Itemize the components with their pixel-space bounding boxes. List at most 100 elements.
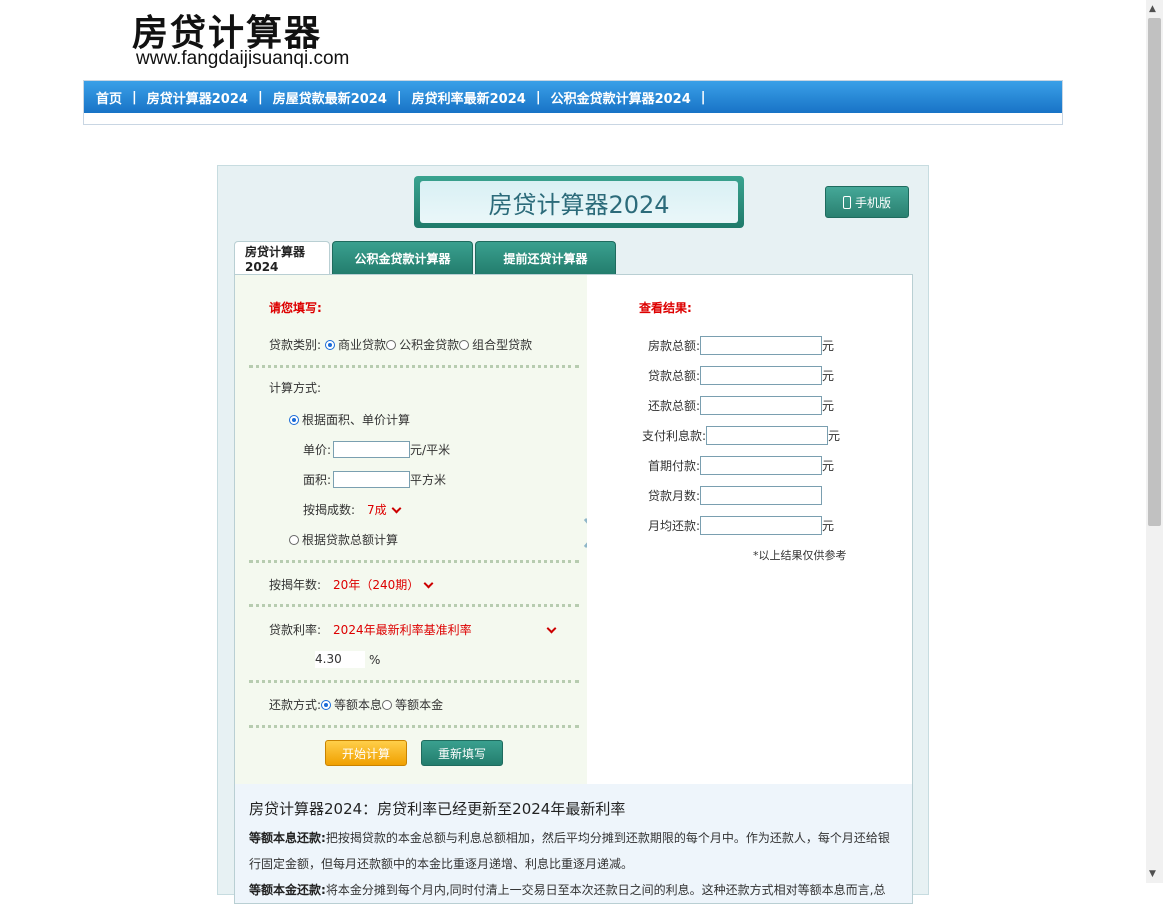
repay-equal-payment-label: 等额本息 [334, 698, 383, 712]
result-unit: 元 [822, 339, 835, 353]
result-down-payment-input[interactable] [700, 456, 822, 475]
info-label: 等额本金还款: [249, 883, 326, 897]
area-label: 面积: [303, 473, 332, 487]
chevron-down-icon [391, 503, 402, 513]
method-area-radio[interactable] [289, 414, 299, 425]
result-row: 月均还款: 元 [648, 516, 834, 535]
loan-type-combo-label: 组合型贷款 [472, 338, 533, 352]
repay-equal-payment-radio[interactable] [321, 699, 332, 710]
calculator-banner-title: 房贷计算器2024 [420, 181, 738, 223]
repay-equal-principal-radio[interactable] [382, 699, 393, 710]
nav-separator: | [132, 89, 137, 105]
reset-button[interactable]: 重新填写 [421, 740, 503, 766]
loan-type-fund-label: 公积金贷款 [399, 338, 460, 352]
divider [249, 365, 579, 368]
chevron-down-icon [546, 623, 557, 633]
result-loan-total-input[interactable] [700, 366, 822, 385]
rate-number-row: 4.30 % [315, 651, 380, 668]
vertical-scrollbar[interactable]: ▲ ▼ [1146, 0, 1163, 883]
method-total-row: 根据贷款总额计算 [289, 531, 398, 548]
result-row: 支付利息款: 元 [642, 426, 840, 445]
result-repay-total-input[interactable] [700, 396, 822, 415]
result-unit: 元 [822, 459, 835, 473]
result-row: 贷款月数: [648, 486, 834, 505]
divider [249, 725, 579, 728]
area-row: 面积: 平方米 [303, 471, 446, 488]
unit-price-row: 单价: 元/平米 [303, 441, 450, 458]
loan-type-commercial-label: 商业贷款 [338, 338, 387, 352]
info-paragraph: 等额本金还款:将本金分摊到每个月内,同时付清上一交易日至本次还款日之间的利息。这… [249, 877, 898, 903]
years-select[interactable]: 20年（240期） [333, 576, 434, 593]
method-area-label: 根据面积、单价计算 [302, 413, 411, 427]
area-input[interactable] [333, 471, 411, 488]
site-url: www.fangdaijisuanqi.com [136, 48, 350, 69]
unit-price-label: 单价: [303, 443, 332, 457]
result-months-input[interactable] [700, 486, 822, 505]
result-label: 月均还款: [647, 519, 700, 533]
form-panel: 请您填写: 贷款类别: 商业贷款 公积金贷款 组合型贷款 计算方式: 根据面积、… [235, 275, 588, 785]
tab-prepay-calc[interactable]: 提前还贷计算器 [475, 241, 616, 274]
area-unit: 平方米 [410, 473, 447, 487]
years-value: 20年（240期） [333, 578, 420, 592]
info-section: 房贷计算器2024：房贷利率已经更新至2024年最新利率 等额本息还款:把按揭贷… [234, 784, 913, 904]
years-label: 按揭年数: [269, 578, 322, 592]
repay-label: 还款方式: [269, 698, 322, 712]
result-unit: 元 [828, 429, 841, 443]
result-label: 支付利息款: [641, 429, 706, 443]
scroll-down-arrow-icon[interactable]: ▼ [1149, 869, 1156, 879]
result-row: 还款总额: 元 [648, 396, 834, 415]
method-total-radio[interactable] [289, 534, 299, 545]
info-label: 等额本息还款: [249, 831, 326, 845]
nav-item-mortgage-calc[interactable]: 房贷计算器2024 [147, 88, 248, 107]
nav-separator: | [396, 89, 402, 105]
rate-label: 贷款利率: [269, 623, 322, 637]
result-label: 房款总额: [647, 339, 700, 353]
nav-item-home[interactable]: 首页 [96, 88, 122, 107]
form-heading: 请您填写: [269, 301, 322, 315]
result-row: 贷款总额: 元 [648, 366, 834, 385]
info-text: 把按揭贷款的本金总额与利息总额相加，然后平均分摊到还款期限的每个月中。作为还款人… [249, 831, 890, 871]
loan-type-fund-radio[interactable] [386, 339, 397, 350]
ratio-label: 按揭成数: [303, 503, 356, 517]
nav-item-fund-calc[interactable]: 公积金贷款计算器2024 [551, 88, 691, 107]
loan-type-commercial-radio[interactable] [325, 339, 336, 350]
nav-separator: | [535, 89, 541, 105]
divider [249, 604, 579, 607]
ratio-value: 7成 [367, 503, 387, 517]
info-title: 房贷计算器2024：房贷利率已经更新至2024年最新利率 [249, 800, 626, 818]
tab-mortgage-calc[interactable]: 房贷计算器2024 [234, 241, 330, 275]
loan-type-row: 贷款类别: 商业贷款 公积金贷款 组合型贷款 [269, 336, 532, 353]
divider [249, 560, 579, 563]
rate-value: 2024年最新利率基准利率 [333, 623, 472, 637]
top-nav: 首页 | 房贷计算器2024 | 房屋贷款最新2024 | 房贷利率最新2024… [83, 80, 1063, 125]
loan-type-combo-radio[interactable] [459, 339, 470, 350]
rate-select[interactable]: 2024年最新利率基准利率 [333, 621, 557, 638]
start-calculate-button[interactable]: 开始计算 [325, 740, 407, 766]
calculator-panel: 请您填写: 贷款类别: 商业贷款 公积金贷款 组合型贷款 计算方式: 根据面积、… [234, 274, 913, 785]
tab-fund-calc[interactable]: 公积金贷款计算器 [332, 241, 473, 274]
chevron-down-icon [423, 578, 434, 588]
result-monthly-input[interactable] [700, 516, 822, 535]
nav-separator: | [257, 89, 263, 105]
unit-price-input[interactable] [333, 441, 411, 458]
mobile-version-button[interactable]: 手机版 [825, 186, 909, 218]
nav-item-house-loan[interactable]: 房屋贷款最新2024 [273, 88, 387, 107]
unit-price-unit: 元/平米 [410, 443, 451, 457]
nav-item-rate[interactable]: 房贷利率最新2024 [412, 88, 526, 107]
results-panel: 查看结果: 房款总额: 元 贷款总额: 元 还款总额: 元 支付利息款: 元 首… [587, 275, 912, 785]
result-label: 贷款总额: [647, 369, 700, 383]
rate-row: 贷款利率: 2024年最新利率基准利率 [269, 621, 557, 638]
scrollbar-thumb[interactable] [1148, 18, 1161, 526]
ratio-select[interactable]: 7成 [367, 501, 402, 518]
result-row: 房款总额: 元 [648, 336, 834, 355]
info-paragraph: 等额本息还款:把按揭贷款的本金总额与利息总额相加，然后平均分摊到还款期限的每个月… [249, 825, 898, 877]
result-unit: 元 [822, 399, 835, 413]
result-house-total-input[interactable] [700, 336, 822, 355]
result-interest-input[interactable] [706, 426, 828, 445]
method-total-label: 根据贷款总额计算 [302, 533, 399, 547]
divider [249, 680, 579, 683]
rate-number-input[interactable]: 4.30 [315, 651, 365, 668]
rate-percent: % [369, 652, 381, 667]
scroll-up-arrow-icon[interactable]: ▲ [1149, 4, 1156, 14]
repay-equal-principal-label: 等额本金 [395, 698, 444, 712]
